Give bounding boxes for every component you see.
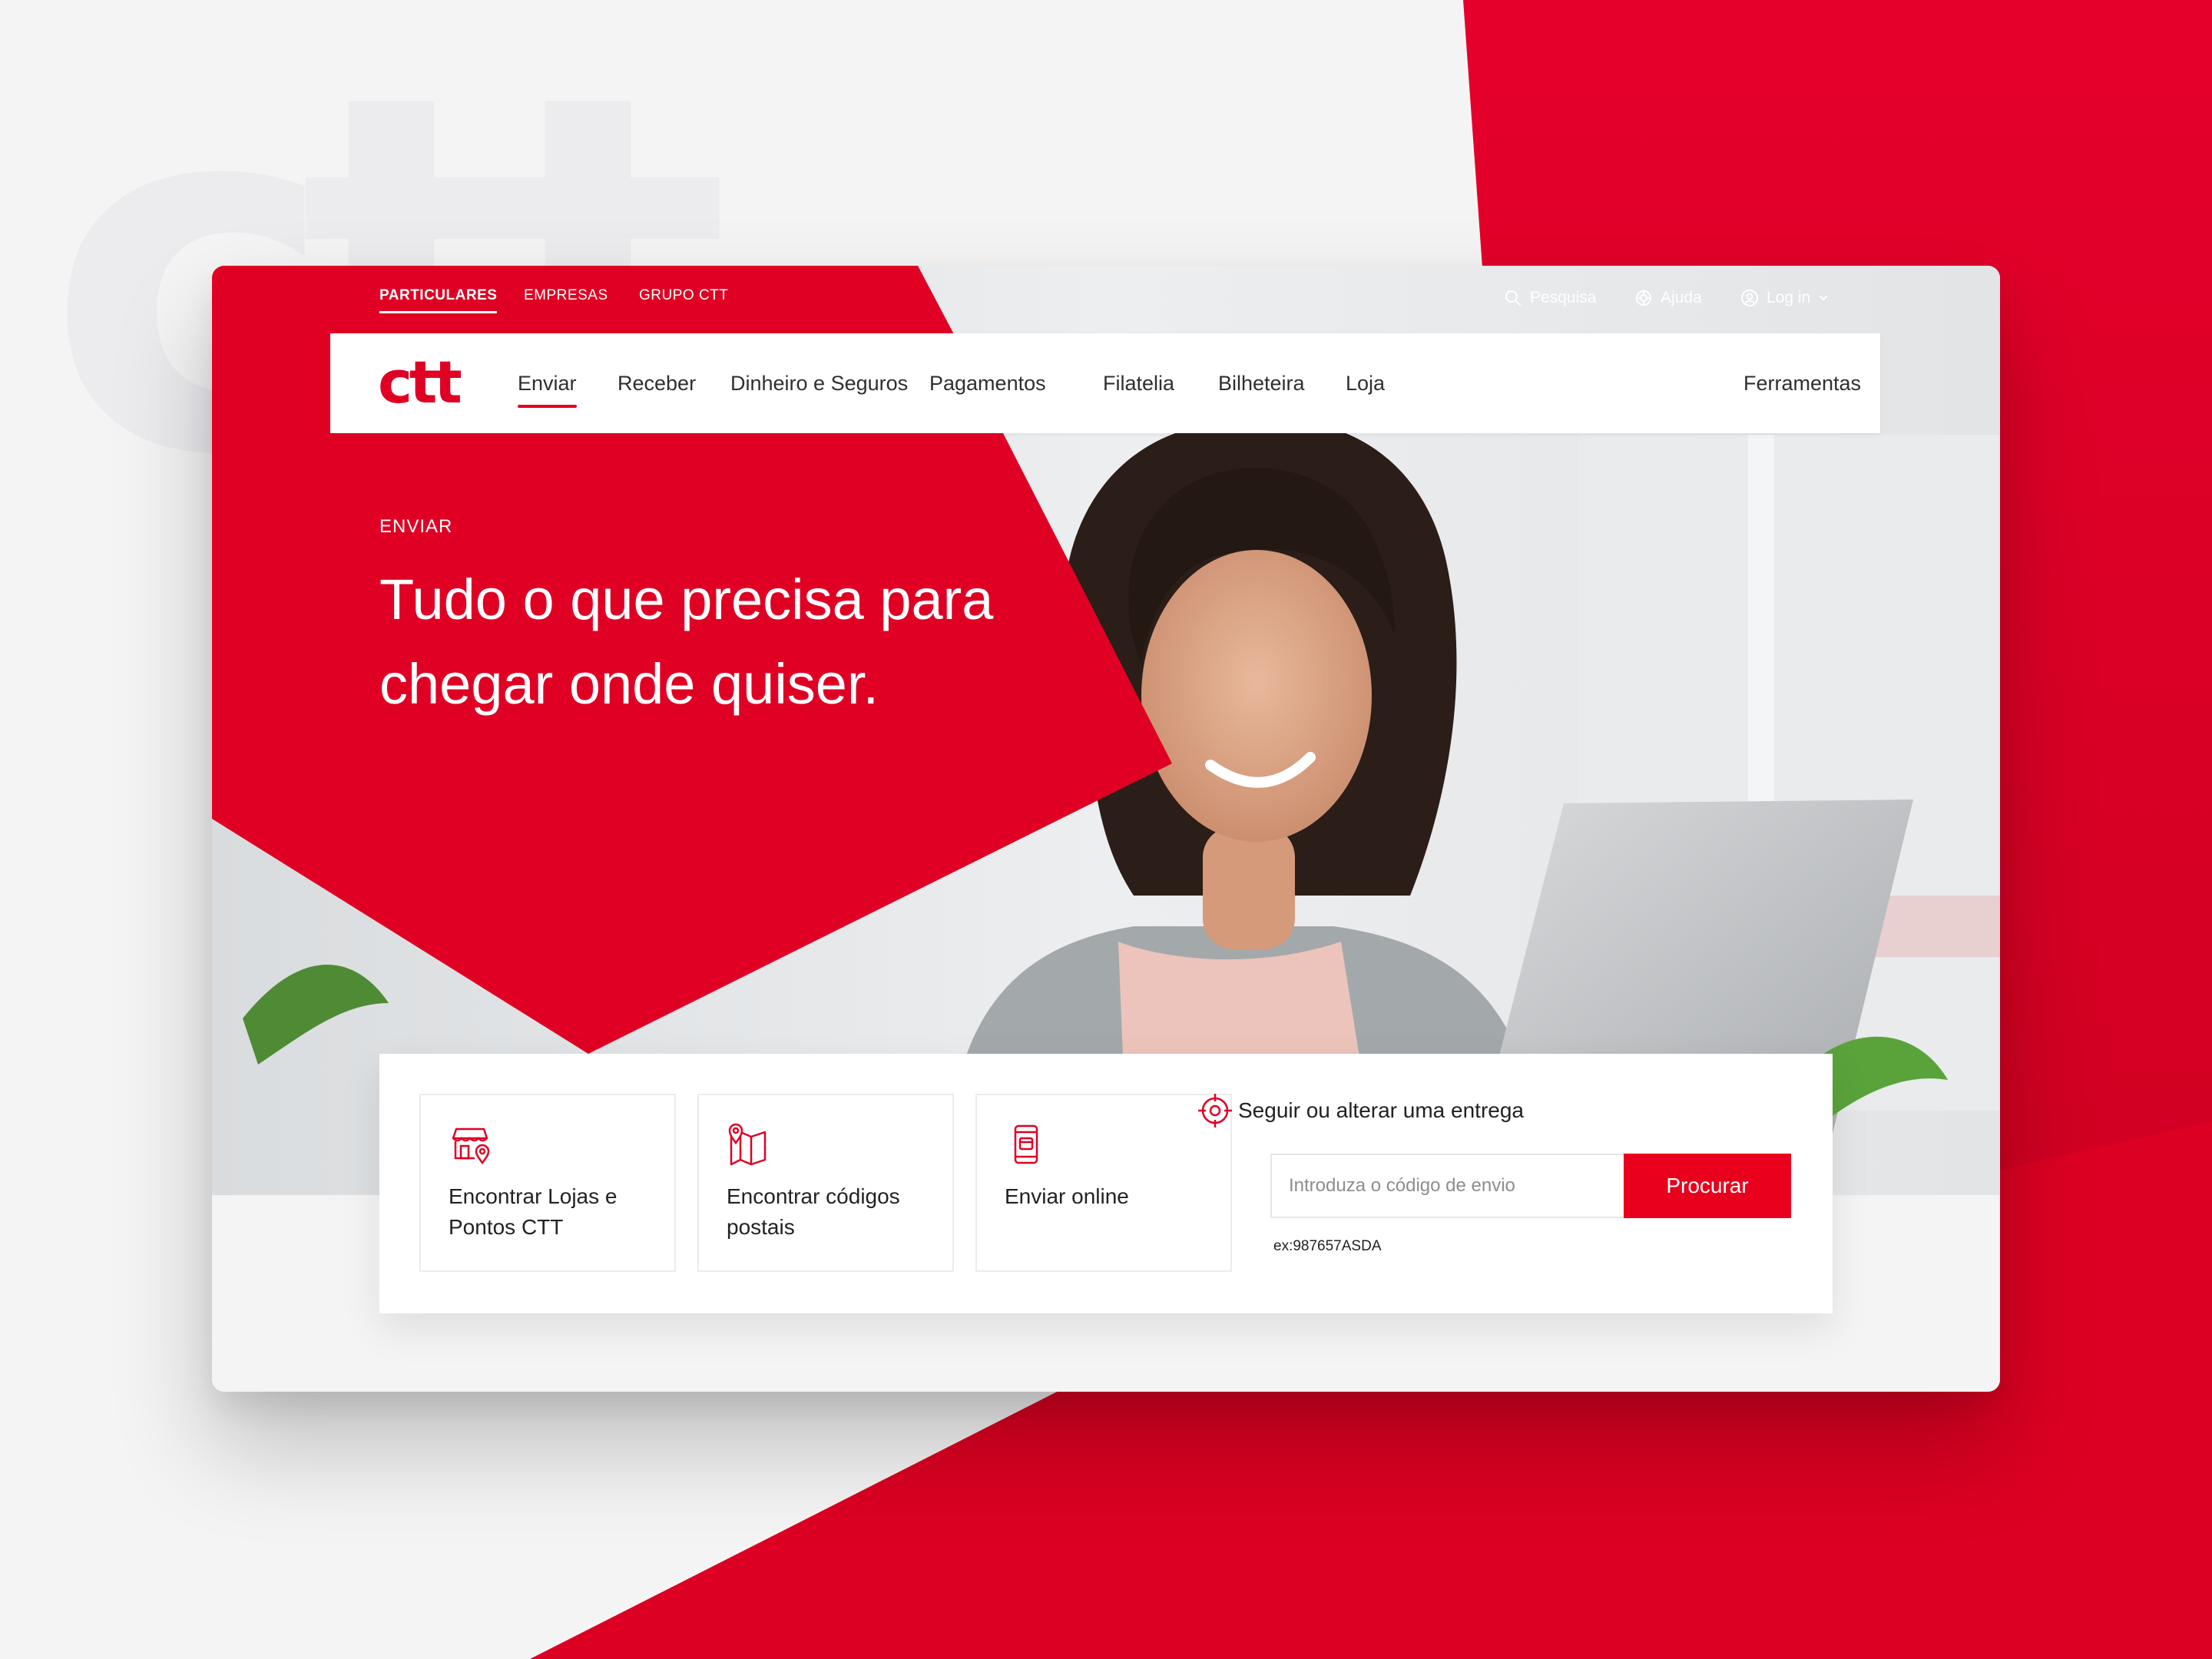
chevron-down-icon bbox=[1820, 296, 1828, 301]
ctt-logo[interactable]: ctt bbox=[378, 353, 462, 412]
nav-item-receber[interactable]: Receber bbox=[618, 372, 696, 396]
hero-headline: Tudo o que precisa para chegar onde quis… bbox=[379, 558, 1071, 727]
quick-actions-panel: Encontrar Lojas e Pontos CTT Encontrar c… bbox=[379, 1054, 1833, 1313]
tracking-example-hint: ex:987657ASDA bbox=[1273, 1238, 1382, 1254]
login-menu[interactable]: Log in bbox=[1740, 289, 1829, 307]
main-navbar: ctt Enviar Receber Dinheiro e Seguros Pa… bbox=[330, 333, 1880, 433]
nav-item-ferramentas[interactable]: Ferramentas bbox=[1743, 372, 1861, 396]
hero-headline-line-2: chegar onde quiser. bbox=[379, 652, 879, 716]
nav-item-loja[interactable]: Loja bbox=[1346, 372, 1385, 396]
nav-item-pagamentos[interactable]: Pagamentos bbox=[929, 372, 1046, 396]
login-label: Log in bbox=[1767, 289, 1811, 306]
quick-action-label: Encontrar Lojas e Pontos CTT bbox=[449, 1184, 618, 1239]
nav-item-filatelia[interactable]: Filatelia bbox=[1103, 372, 1174, 396]
search-label: Pesquisa bbox=[1530, 289, 1597, 306]
website-window: PARTICULARES EMPRESAS GRUPO CTT Pesquisa… bbox=[212, 266, 2000, 1392]
tracking-code-input[interactable] bbox=[1270, 1154, 1624, 1218]
nav-item-enviar[interactable]: Enviar bbox=[518, 372, 577, 408]
photo-face bbox=[1141, 550, 1372, 842]
target-icon bbox=[1198, 1094, 1232, 1128]
map-pin-icon bbox=[728, 1123, 767, 1166]
help-link[interactable]: Ajuda bbox=[1634, 289, 1702, 307]
mobile-phone-icon bbox=[1014, 1124, 1038, 1164]
nav-item-bilheteira[interactable]: Bilheteira bbox=[1218, 372, 1305, 396]
quick-action-send-online[interactable]: Enviar online bbox=[975, 1094, 1232, 1272]
search-link[interactable]: Pesquisa bbox=[1504, 289, 1596, 307]
hero-headline-line-1: Tudo o que precisa para bbox=[379, 568, 994, 631]
search-button[interactable]: Procurar bbox=[1624, 1154, 1791, 1218]
nav-item-dinheiro-e-seguros[interactable]: Dinheiro e Seguros bbox=[730, 372, 908, 396]
photo-neck bbox=[1203, 826, 1295, 949]
help-label: Ajuda bbox=[1661, 289, 1702, 306]
lifebuoy-icon bbox=[1636, 290, 1651, 306]
segment-tab-grupo-ctt[interactable]: GRUPO CTT bbox=[639, 287, 728, 304]
quick-action-postal-codes[interactable]: Encontrar códigos postais bbox=[697, 1094, 954, 1272]
store-location-icon bbox=[452, 1128, 490, 1165]
search-icon bbox=[1505, 290, 1521, 306]
segment-tab-particulares[interactable]: PARTICULARES bbox=[379, 287, 498, 313]
user-icon bbox=[1741, 290, 1758, 306]
quick-action-label: Encontrar códigos postais bbox=[727, 1184, 900, 1239]
quick-action-label: Enviar online bbox=[1005, 1184, 1129, 1208]
hero-eyebrow: ENVIAR bbox=[379, 516, 453, 537]
tracking-title: Seguir ou alterar uma entrega bbox=[1238, 1098, 1524, 1122]
segment-tab-empresas[interactable]: EMPRESAS bbox=[524, 287, 608, 304]
quick-action-find-stores[interactable]: Encontrar Lojas e Pontos CTT bbox=[419, 1094, 676, 1272]
